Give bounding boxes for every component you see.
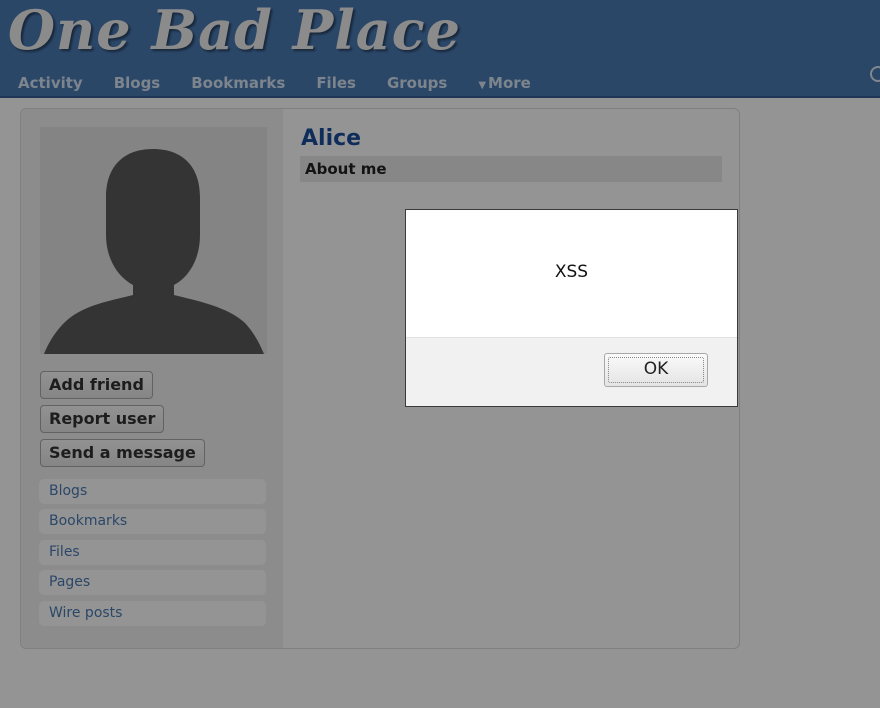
alert-footer: OK	[406, 337, 737, 406]
alert-message: XSS	[406, 210, 737, 337]
ok-button[interactable]: OK	[604, 353, 708, 387]
alert-dialog: XSS OK	[405, 209, 738, 407]
